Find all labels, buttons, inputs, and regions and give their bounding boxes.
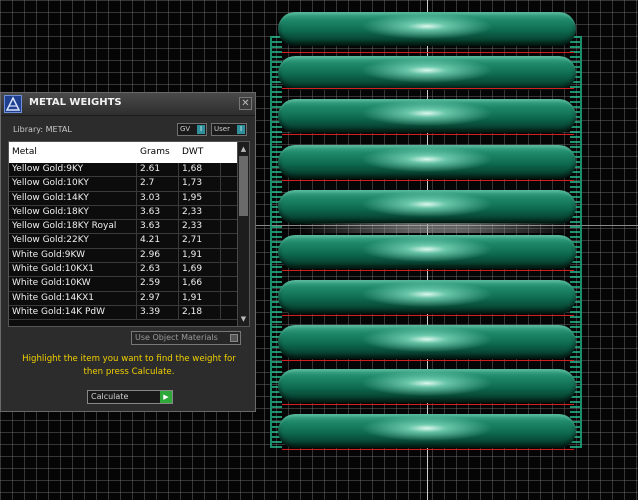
instructions-text: Highlight the item you want to find the … (22, 354, 236, 377)
red-guide-line (282, 52, 574, 53)
scroll-down-icon[interactable]: ▼ (238, 314, 249, 324)
scroll-thumb[interactable] (239, 156, 248, 216)
metal-cell: White Gold:14K PdW (9, 305, 137, 320)
panel-titlebar[interactable]: METAL WEIGHTS ✕ (1, 93, 255, 116)
red-guide-line (282, 404, 574, 405)
table-row[interactable]: Yellow Gold:18KY Royal 3.63 2,33 (9, 220, 239, 235)
metal-cell: Yellow Gold:18KY Royal (9, 220, 137, 235)
calculate-label: Calculate (91, 392, 129, 401)
red-guide-line (282, 315, 574, 316)
table-header: Metal Grams DWT (9, 142, 239, 163)
metal-cell: Yellow Gold:14KY (9, 191, 137, 206)
grams-cell: 3.63 (137, 220, 179, 235)
table-row[interactable]: White Gold:9KW 2.96 1,91 (9, 248, 239, 264)
use-object-materials-label: Use Object Materials (135, 333, 218, 342)
gv-toggle-label: GV (180, 125, 191, 133)
table-row[interactable]: White Gold:14K PdW 3.39 2,18 (9, 305, 239, 321)
calculate-button[interactable]: Calculate ▶ (87, 390, 173, 404)
grams-cell: 2.7 (137, 177, 179, 192)
column-header-dwt[interactable]: DWT (179, 142, 221, 163)
close-icon[interactable]: ✕ (239, 97, 252, 110)
dwt-cell: 2,33 (179, 205, 221, 220)
metal-weights-panel: METAL WEIGHTS ✕ Library: METAL GV I User… (0, 92, 256, 412)
grams-cell: 3.63 (137, 205, 179, 220)
ring-model[interactable] (278, 145, 576, 179)
table-body: Yellow Gold:9KY 2.61 1,68 Yellow Gold:10… (9, 163, 239, 321)
user-toggle[interactable]: User I (211, 123, 247, 136)
dwt-cell: 1,91 (179, 291, 221, 306)
grams-cell: 2.61 (137, 163, 179, 177)
table-row[interactable]: Yellow Gold:9KY 2.61 1,68 (9, 163, 239, 178)
grams-cell: 2.97 (137, 291, 179, 306)
ring-model[interactable] (278, 190, 576, 224)
red-guide-line (282, 88, 574, 89)
library-label: Library: METAL (13, 125, 72, 134)
red-guide-line (282, 270, 574, 271)
dwt-cell: 1,73 (179, 177, 221, 192)
table-row[interactable]: Yellow Gold:10KY 2.7 1,73 (9, 177, 239, 192)
grams-cell: 2.59 (137, 277, 179, 292)
table-row[interactable]: Yellow Gold:22KY 4.21 2,71 (9, 234, 239, 249)
red-guide-line (282, 360, 574, 361)
column-header-grams[interactable]: Grams (137, 142, 179, 163)
toggle-indicator-icon: I (237, 125, 245, 134)
table-row[interactable]: Yellow Gold:18KY 3.63 2,33 (9, 205, 239, 221)
dwt-cell: 1,68 (179, 163, 221, 177)
app-logo-icon (4, 95, 22, 113)
user-toggle-label: User (214, 125, 230, 133)
table-row[interactable]: White Gold:14KX1 2.97 1,91 (9, 291, 239, 306)
use-object-materials-checkbox[interactable]: Use Object Materials (131, 331, 241, 345)
grams-cell: 3.03 (137, 191, 179, 206)
red-guide-line (282, 449, 574, 450)
table-row[interactable]: White Gold:10KW 2.59 1,66 (9, 277, 239, 292)
grams-cell: 3.39 (137, 305, 179, 320)
ring-model[interactable] (278, 325, 576, 359)
grams-cell: 4.21 (137, 234, 179, 249)
grams-cell: 2.96 (137, 248, 179, 263)
scroll-up-icon[interactable]: ▲ (238, 144, 249, 154)
center-section-band (300, 223, 570, 233)
dwt-cell: 2,33 (179, 220, 221, 235)
metal-cell: Yellow Gold:22KY (9, 234, 137, 249)
red-guide-line (282, 180, 574, 181)
metal-cell: Yellow Gold:10KY (9, 177, 137, 192)
ring-model[interactable] (278, 369, 576, 403)
toggle-indicator-icon: I (197, 125, 205, 134)
panel-title: METAL WEIGHTS (29, 97, 122, 108)
dwt-cell: 2,71 (179, 234, 221, 249)
ring-model[interactable] (278, 235, 576, 269)
metal-cell: White Gold:14KX1 (9, 291, 137, 306)
ring-model[interactable] (278, 12, 576, 46)
dwt-cell: 1,66 (179, 277, 221, 292)
column-header-metal[interactable]: Metal (9, 142, 137, 163)
metal-table: Metal Grams DWT Yellow Gold:9KY 2.61 1,6… (8, 141, 250, 327)
ring-model[interactable] (278, 99, 576, 133)
ring-model[interactable] (278, 56, 576, 90)
dwt-cell: 1,95 (179, 191, 221, 206)
dwt-cell: 1,91 (179, 248, 221, 263)
metal-cell: Yellow Gold:18KY (9, 205, 137, 220)
checkbox-box-icon (230, 334, 238, 342)
grams-cell: 2.63 (137, 263, 179, 278)
calculate-go-icon: ▶ (160, 391, 172, 403)
ring-model[interactable] (278, 280, 576, 314)
table-row[interactable]: Yellow Gold:14KY 3.03 1,95 (9, 191, 239, 206)
ring-model[interactable] (278, 414, 576, 448)
metal-cell: Yellow Gold:9KY (9, 163, 137, 177)
gv-toggle[interactable]: GV I (177, 123, 207, 136)
metal-cell: White Gold:9KW (9, 248, 137, 263)
metal-cell: White Gold:10KW (9, 277, 137, 292)
red-guide-line (282, 134, 574, 135)
table-row[interactable]: White Gold:10KX1 2.63 1,69 (9, 263, 239, 278)
dwt-cell: 2,18 (179, 305, 221, 320)
table-scrollbar[interactable]: ▲ ▼ (237, 142, 249, 326)
metal-cell: White Gold:10KX1 (9, 263, 137, 278)
dwt-cell: 1,69 (179, 263, 221, 278)
